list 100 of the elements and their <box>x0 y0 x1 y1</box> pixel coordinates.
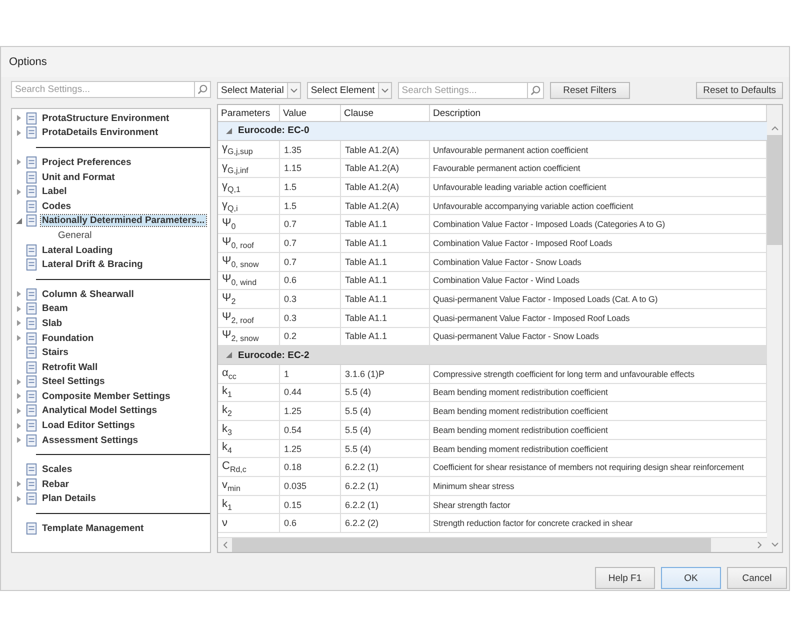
dialog-button[interactable]: OK <box>661 567 721 589</box>
tree-item[interactable]: Project Preferences <box>41 156 132 168</box>
document-icon <box>25 156 38 169</box>
document-icon <box>25 434 38 447</box>
column-header[interactable]: Clause <box>341 105 430 121</box>
tree-item[interactable]: Unit and Format <box>41 172 116 183</box>
expand-arrow-icon[interactable] <box>16 422 22 429</box>
expand-arrow-icon[interactable] <box>16 378 22 385</box>
column-header[interactable]: Parameters <box>218 105 280 121</box>
scroll-up-icon[interactable] <box>770 125 778 131</box>
table-cell: α$_{cc}$ <box>222 366 236 381</box>
search-field[interactable]: Search Settings... <box>398 82 527 98</box>
table-cell: 3.1.6 (1)P <box>345 368 385 379</box>
table-cell: Table A1.1 <box>345 294 388 304</box>
expand-arrow-icon[interactable] <box>16 159 22 166</box>
tree-item[interactable]: Beam <box>41 303 69 314</box>
table-cell: Ψ$_{2, roof}$ <box>222 310 254 325</box>
group-row[interactable]: Eurocode: EC-0 <box>218 122 767 141</box>
table-cell: Beam bending moment redistribution coefficient <box>433 406 608 416</box>
document-icon <box>25 404 38 418</box>
expand-arrow-icon[interactable] <box>16 437 22 444</box>
table-cell: 5.5 (4) <box>345 406 372 416</box>
table-cell: 0.6 <box>284 518 297 528</box>
material-dropdown[interactable]: Select Material <box>217 82 301 98</box>
table-cell: 5.5 (4) <box>345 444 372 454</box>
document-icon <box>25 170 38 184</box>
expand-arrow-icon[interactable] <box>16 335 22 342</box>
table-cell: Table A1.1 <box>345 238 388 248</box>
tree-item[interactable]: Foundation <box>41 332 95 344</box>
tree-item[interactable]: Rebar <box>41 478 70 490</box>
collapse-arrow-icon[interactable] <box>226 128 232 134</box>
document-icon <box>25 185 38 198</box>
expand-arrow-icon[interactable] <box>16 130 22 136</box>
table-cell: 6.2.2 (1) <box>345 480 379 491</box>
table-cell: 1.15 <box>284 163 302 174</box>
tree-item[interactable]: Composite Member Settings <box>41 390 172 402</box>
table-cell: Favourable permanent action coefficient <box>433 163 580 174</box>
document-icon <box>25 332 38 345</box>
document-icon <box>25 258 38 272</box>
tree-item[interactable]: Stairs <box>41 347 70 358</box>
table-cell: 1 <box>284 368 290 379</box>
scrollbar-thumb[interactable] <box>232 538 712 552</box>
table-cell: Combination Value Factor - Snow Loads <box>433 256 582 267</box>
search-field[interactable]: Search Settings... <box>11 81 194 98</box>
scrollbar-thumb[interactable] <box>767 135 782 245</box>
tree-item[interactable]: Slab <box>41 318 64 329</box>
expand-arrow-icon[interactable] <box>16 115 22 122</box>
tree-item[interactable]: Assessment Settings <box>41 434 140 446</box>
dialog-button[interactable]: Cancel <box>727 567 787 589</box>
expand-arrow-icon[interactable] <box>16 320 22 326</box>
scroll-right-icon[interactable] <box>757 541 763 549</box>
table-cell: Ψ$_{2}$ <box>222 292 236 306</box>
tree-item[interactable]: ProtaDetails Environment <box>41 127 160 138</box>
table-cell: 5.5 (4) <box>345 387 372 398</box>
tree-item[interactable]: Steel Settings <box>41 376 106 388</box>
expand-arrow-icon[interactable] <box>16 496 22 502</box>
expand-arrow-icon[interactable] <box>16 291 22 298</box>
tree-item[interactable]: Load Editor Settings <box>41 420 136 432</box>
tree-item[interactable]: Template Management <box>41 523 145 534</box>
table-cell: 6.2.2 (2) <box>345 518 379 528</box>
table-cell: Unfavourable permanent action coefficient <box>433 144 588 155</box>
expand-arrow-icon[interactable] <box>16 393 22 400</box>
tree-item[interactable]: Codes <box>41 200 72 212</box>
column-header[interactable]: Value <box>280 105 341 121</box>
tree-item[interactable]: Analytical Model Settings <box>41 405 158 416</box>
expand-arrow-icon[interactable] <box>16 408 22 414</box>
table-cell: γ$_{G,j,sup}$ <box>222 142 253 157</box>
document-icon <box>25 126 38 140</box>
reset-defaults-button[interactable]: Reset to Defaults <box>696 82 783 98</box>
tree-item[interactable]: Plan Details <box>41 493 97 504</box>
group-row[interactable]: Eurocode: EC-2 <box>218 346 767 365</box>
tree-item[interactable]: Lateral Loading <box>41 244 114 256</box>
tree-item[interactable]: General <box>58 230 92 241</box>
tree-item[interactable]: Lateral Drift & Bracing <box>41 259 144 270</box>
element-dropdown[interactable]: Select Element <box>306 82 392 98</box>
reset-filters-button[interactable]: Reset Filters <box>550 82 630 98</box>
tree-item[interactable]: Retrofit Wall <box>41 362 99 373</box>
table-cell: 6.2.2 (1) <box>345 462 379 472</box>
tree-item[interactable]: Column & Shearwall <box>41 288 135 300</box>
document-icon <box>25 288 38 301</box>
expand-arrow-icon[interactable] <box>16 188 22 195</box>
tree-item[interactable]: Scales <box>41 464 74 476</box>
tree-item[interactable]: ProtaStructure Environment <box>41 112 170 124</box>
tree-item[interactable]: Label <box>41 186 68 198</box>
dialog-button[interactable]: Help F1 <box>595 567 655 589</box>
expand-arrow-icon[interactable] <box>16 218 22 224</box>
scroll-left-icon[interactable] <box>222 541 228 549</box>
table-cell: Table A1.1 <box>345 331 388 342</box>
expand-arrow-icon[interactable] <box>16 306 22 312</box>
scroll-down-icon[interactable] <box>770 542 778 548</box>
table-cell: Quasi-permanent Value Factor - Imposed Roof Loads <box>433 312 630 323</box>
search-button[interactable] <box>526 82 544 98</box>
table-cell: Beam bending moment redistribution coefficient <box>433 444 608 454</box>
tree-item[interactable]: Nationally Determined Parameters... <box>41 215 206 226</box>
table-cell: 1.35 <box>284 144 302 155</box>
search-button[interactable] <box>194 81 211 98</box>
collapse-arrow-icon[interactable] <box>226 352 232 358</box>
table-cell: Minimum shear stress <box>433 480 514 491</box>
expand-arrow-icon[interactable] <box>16 481 22 488</box>
table-cell: Combination Value Factor - Imposed Roof Loads <box>433 238 612 248</box>
